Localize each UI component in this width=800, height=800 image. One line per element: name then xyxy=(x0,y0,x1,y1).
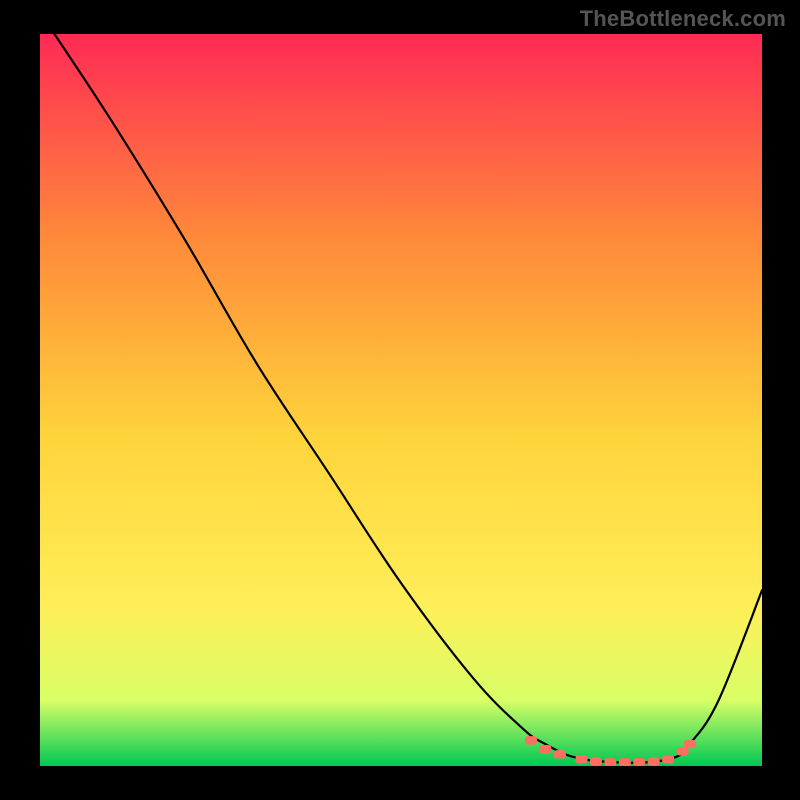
plot-svg xyxy=(40,34,762,766)
bottleneck-plot xyxy=(40,34,762,766)
optimal-marker xyxy=(525,736,537,744)
watermark-label: TheBottleneck.com xyxy=(580,6,786,32)
optimal-marker xyxy=(590,757,602,765)
optimal-marker xyxy=(604,758,616,766)
optimal-marker xyxy=(576,755,588,763)
optimal-marker xyxy=(662,755,674,763)
optimal-marker xyxy=(677,747,689,755)
optimal-marker xyxy=(648,757,660,765)
optimal-marker xyxy=(684,740,696,748)
optimal-marker xyxy=(539,745,551,753)
optimal-marker xyxy=(554,750,566,758)
chart-frame: TheBottleneck.com xyxy=(0,0,800,800)
optimal-marker xyxy=(633,758,645,766)
optimal-marker xyxy=(619,758,631,766)
gradient-area xyxy=(40,34,762,766)
